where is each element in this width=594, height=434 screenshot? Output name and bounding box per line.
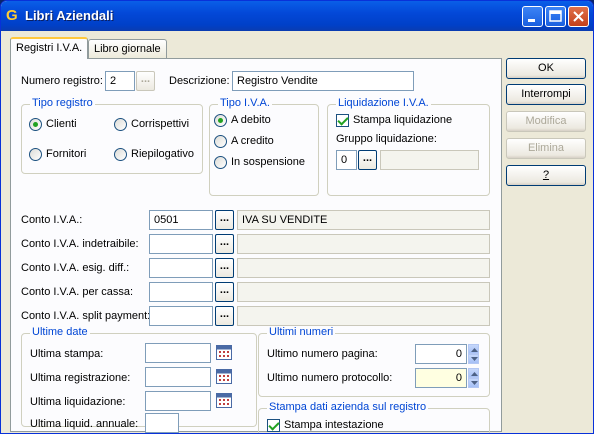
liquidazione-iva-title: Liquidazione I.V.A. <box>336 97 431 109</box>
ultima-liquidazione-label: Ultima liquidazione: <box>30 396 126 408</box>
stampa-intestazione-checkbox[interactable] <box>267 419 280 432</box>
conto-iva-indetraibile-browse-button[interactable]: ... <box>215 234 234 254</box>
radio-riepilogativo-label: Riepilogativo <box>131 148 194 160</box>
conto-iva-label: Conto I.V.A.: <box>21 214 83 226</box>
spin-down-icon[interactable] <box>468 378 479 388</box>
dialog-body: Registri I.V.A. Libro giornale Numero re… <box>4 31 592 433</box>
radio-clienti-label: Clienti <box>46 118 77 130</box>
gruppo-liquidazione-browse-button[interactable]: ... <box>358 150 377 170</box>
ultima-liquid-annuale-label: Ultima liquid. annuale: <box>30 418 139 430</box>
app-icon: G <box>6 7 18 24</box>
tab-libro-giornale[interactable]: Libro giornale <box>88 39 167 59</box>
stampa-liquidazione-checkbox[interactable] <box>336 114 349 127</box>
conto-iva-split-payment-input[interactable] <box>149 306 213 326</box>
close-icon <box>573 11 584 22</box>
ultimo-numero-pagina-spinner[interactable] <box>468 344 479 364</box>
maximize-icon <box>549 10 562 22</box>
tab-panel: Numero registro: 2 ... Descrizione: Regi… <box>10 58 502 433</box>
gruppo-liquidazione-label: Gruppo liquidazione: <box>336 133 437 145</box>
radio-a-credito-label: A credito <box>231 135 274 147</box>
ultimi-numeri-title: Ultimi numeri <box>267 326 336 338</box>
tipo-iva-title: Tipo I.V.A. <box>218 97 272 109</box>
ultima-stampa-input[interactable] <box>145 343 211 363</box>
ultima-registrazione-label: Ultima registrazione: <box>30 372 131 384</box>
radio-fornitori[interactable] <box>29 148 42 161</box>
conto-iva-per-cassa-label: Conto I.V.A. per cassa: <box>21 286 134 298</box>
ultime-date-title: Ultime date <box>30 326 90 338</box>
ultimi-numeri-group: Ultimi numeri Ultimo numero pagina: 0 Ul… <box>258 326 490 397</box>
conto-iva-esig-diff-desc <box>237 258 490 278</box>
conto-iva-browse-button[interactable]: ... <box>215 210 234 230</box>
conto-iva-esig-diff-label: Conto I.V.A. esig. diff.: <box>21 262 130 274</box>
ultima-stampa-calendar-icon[interactable] <box>216 345 232 360</box>
tab-registri-iva[interactable]: Registri I.V.A. <box>10 37 89 59</box>
close-button[interactable] <box>568 6 589 27</box>
modifica-button[interactable]: Modifica <box>506 111 586 132</box>
tipo-registro-title: Tipo registro <box>30 97 95 109</box>
gruppo-liquidazione-input[interactable]: 0 <box>336 150 357 170</box>
ok-button[interactable]: OK <box>506 58 586 79</box>
descrizione-input[interactable]: Registro Vendite <box>232 71 414 91</box>
maximize-button[interactable] <box>545 6 566 27</box>
radio-in-sospensione-label: In sospensione <box>231 156 305 168</box>
conto-iva-indetraibile-input[interactable] <box>149 234 213 254</box>
conto-iva-indetraibile-label: Conto I.V.A. indetraibile: <box>21 238 139 250</box>
conto-iva-indetraibile-desc <box>237 234 490 254</box>
ultimo-numero-protocollo-spinner[interactable] <box>468 368 479 388</box>
conto-iva-esig-diff-browse-button[interactable]: ... <box>215 258 234 278</box>
spin-up-icon[interactable] <box>468 368 479 378</box>
radio-corrispettivi-label: Corrispettivi <box>131 118 190 130</box>
stampa-dati-azienda-group: Stampa dati azienda sul registro Stampa … <box>258 401 490 433</box>
interrompi-button[interactable]: Interrompi <box>506 84 586 105</box>
minimize-button[interactable] <box>522 6 543 27</box>
numero-registro-label: Numero registro: <box>21 75 103 87</box>
conto-iva-split-payment-browse-button[interactable]: ... <box>215 306 234 326</box>
spin-up-icon[interactable] <box>468 344 479 354</box>
radio-corrispettivi[interactable] <box>114 118 127 131</box>
ultima-registrazione-calendar-icon[interactable] <box>216 369 232 384</box>
conto-iva-per-cassa-browse-button[interactable]: ... <box>215 282 234 302</box>
help-button[interactable]: ? <box>506 165 586 186</box>
radio-riepilogativo[interactable] <box>114 148 127 161</box>
ultima-registrazione-input[interactable] <box>145 367 211 387</box>
spin-down-icon[interactable] <box>468 354 479 364</box>
numero-registro-input[interactable]: 2 <box>105 71 135 91</box>
ultima-liquid-annuale-input[interactable] <box>145 413 179 433</box>
ultimo-numero-pagina-label: Ultimo numero pagina: <box>267 348 378 360</box>
numero-registro-browse-button[interactable]: ... <box>136 71 155 91</box>
radio-a-credito[interactable] <box>214 135 227 148</box>
ultima-liquidazione-input[interactable] <box>145 391 211 411</box>
conto-iva-desc: IVA SU VENDITE <box>237 210 490 230</box>
radio-fornitori-label: Fornitori <box>46 148 87 160</box>
ultima-stampa-label: Ultima stampa: <box>30 348 104 360</box>
conto-iva-esig-diff-input[interactable] <box>149 258 213 278</box>
conto-iva-code-input[interactable]: 0501 <box>149 210 213 230</box>
liquidazione-iva-group: Liquidazione I.V.A. Stampa liquidazione … <box>327 97 490 196</box>
main-window: G Libri Aziendali Registri I.V.A. Libro … <box>0 0 594 434</box>
radio-a-debito[interactable] <box>214 114 227 127</box>
window-title: Libri Aziendali <box>25 8 114 23</box>
ultimo-numero-protocollo-input[interactable]: 0 <box>415 368 467 388</box>
title-bar[interactable]: G Libri Aziendali <box>1 1 593 31</box>
minimize-icon <box>528 19 535 22</box>
ultimo-numero-pagina-input[interactable]: 0 <box>415 344 467 364</box>
gruppo-liquidazione-desc <box>380 150 479 170</box>
radio-clienti[interactable] <box>29 118 42 131</box>
conto-iva-split-payment-desc <box>237 306 490 326</box>
descrizione-label: Descrizione: <box>169 75 230 87</box>
elimina-button[interactable]: Elimina <box>506 138 586 159</box>
ultimo-numero-protocollo-label: Ultimo numero protocollo: <box>267 372 393 384</box>
ultima-liquidazione-calendar-icon[interactable] <box>216 393 232 408</box>
tipo-registro-group: Tipo registro Clienti Corrispettivi Forn… <box>21 97 203 174</box>
conto-iva-per-cassa-desc <box>237 282 490 302</box>
stampa-intestazione-label: Stampa intestazione <box>284 419 384 431</box>
radio-a-debito-label: A debito <box>231 114 271 126</box>
conto-iva-per-cassa-input[interactable] <box>149 282 213 302</box>
tipo-iva-group: Tipo I.V.A. A debito A credito In sospen… <box>209 97 319 196</box>
stampa-dati-azienda-title: Stampa dati azienda sul registro <box>267 401 429 413</box>
ultime-date-group: Ultime date Ultima stampa: Ultima regist… <box>21 326 257 433</box>
conto-iva-split-payment-label: Conto I.V.A. split payment: <box>21 310 151 322</box>
radio-in-sospensione[interactable] <box>214 156 227 169</box>
stampa-liquidazione-label: Stampa liquidazione <box>353 114 453 126</box>
